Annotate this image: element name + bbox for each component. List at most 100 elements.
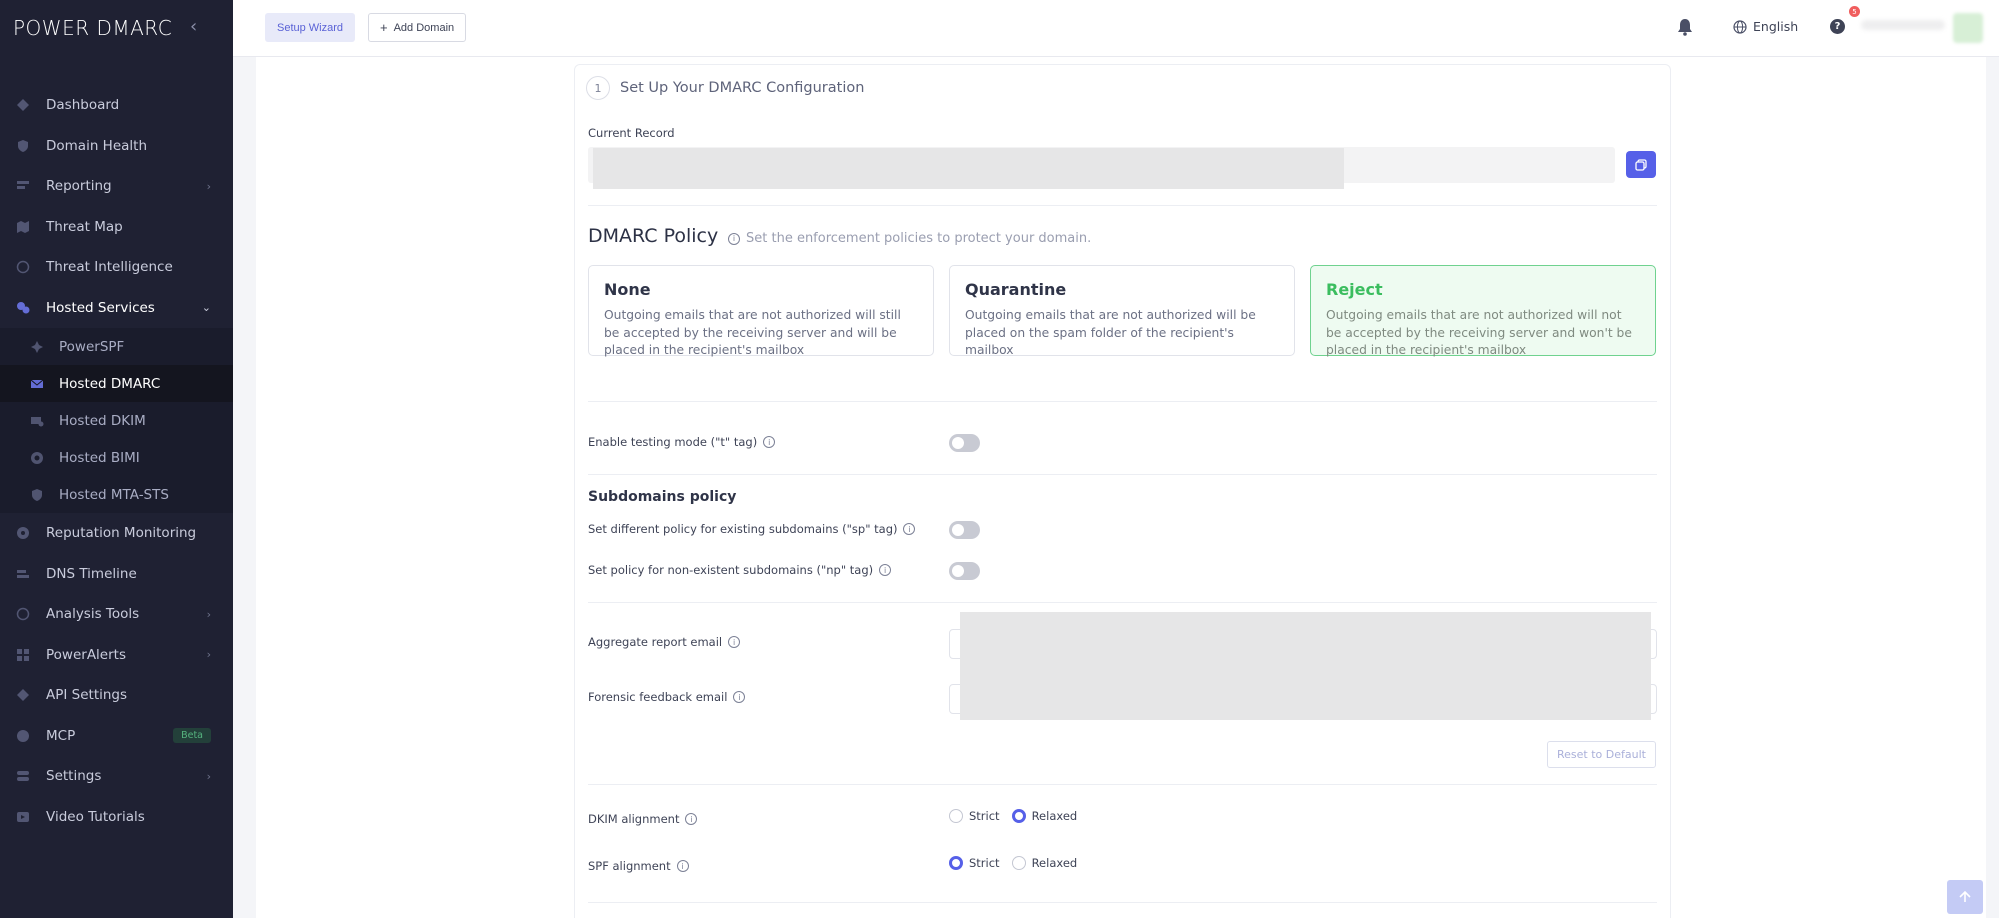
info-icon[interactable]: i xyxy=(676,860,689,872)
spf-relaxed-radio[interactable] xyxy=(1011,856,1026,870)
sidebar-item-label: Domain Health xyxy=(46,137,148,154)
policy-hint-text: Set the enforcement policies to protect … xyxy=(746,231,1092,246)
sidebar-item-label: DNS Timeline xyxy=(46,565,137,582)
sidebar-item-threat-intelligence[interactable]: Threat Intelligence xyxy=(0,247,233,288)
language-selector[interactable]: English xyxy=(1733,19,1798,34)
sidebar-item-hosted-services[interactable]: Hosted Services ⌄ xyxy=(0,288,233,329)
spf-relaxed-option[interactable]: Relaxed xyxy=(1011,856,1077,870)
sidebar-item-domain-health[interactable]: Domain Health xyxy=(0,126,233,167)
gear-badge-icon xyxy=(31,451,43,464)
forensic-email-label: Forensic feedback email i xyxy=(588,690,746,704)
sidebar-item-powerspf[interactable]: PowerSPF xyxy=(0,328,233,365)
step-title: Set Up Your DMARC Configuration xyxy=(620,80,865,96)
np-tag-text: Set policy for non-existent subdomains (… xyxy=(588,563,874,577)
bell-icon[interactable] xyxy=(1677,18,1693,36)
chevron-down-icon: ⌄ xyxy=(201,301,211,315)
info-icon[interactable]: i xyxy=(879,564,892,576)
subdomains-policy-heading: Subdomains policy xyxy=(588,489,737,505)
info-icon[interactable]: i xyxy=(728,636,741,648)
sidebar-item-label: PowerAlerts xyxy=(46,646,126,663)
avatar[interactable] xyxy=(1953,13,1983,43)
dkim-relaxed-radio[interactable] xyxy=(1011,809,1026,823)
spf-strict-option[interactable]: Strict xyxy=(949,856,1000,870)
policy-card-reject[interactable]: Reject Outgoing emails that are not auth… xyxy=(1310,265,1656,357)
collapse-sidebar-icon[interactable]: ‹ xyxy=(190,16,197,37)
beta-badge: Beta xyxy=(173,728,211,744)
sidebar-item-analysis-tools[interactable]: Analysis Tools › xyxy=(0,594,233,635)
sidebar-item-threat-map[interactable]: Threat Map xyxy=(0,207,233,248)
mcp-icon xyxy=(17,729,29,742)
user-name-redacted xyxy=(1861,20,1945,30)
alerts-icon xyxy=(17,648,29,661)
np-tag-toggle[interactable] xyxy=(949,562,980,580)
info-icon[interactable]: i xyxy=(728,232,740,245)
sp-tag-toggle[interactable] xyxy=(949,521,980,539)
config-panel xyxy=(574,64,1671,918)
spf-alignment-radios: Strict Relaxed xyxy=(949,856,1089,870)
sidebar-item-label: Hosted Services xyxy=(46,299,155,316)
chevron-right-icon: › xyxy=(206,179,211,193)
report-icon xyxy=(17,181,29,190)
policy-card-quarantine[interactable]: Quarantine Outgoing emails that are not … xyxy=(949,265,1295,357)
sidebar-item-hosted-dmarc[interactable]: Hosted DMARC xyxy=(0,365,233,402)
policy-card-desc: Outgoing emails that are not authorized … xyxy=(1326,308,1632,357)
info-icon[interactable]: i xyxy=(685,813,698,825)
sidebar-item-label: Dashboard xyxy=(46,97,120,114)
sidebar-item-label: MCP xyxy=(46,727,76,744)
chevron-right-icon: › xyxy=(206,648,211,662)
info-icon[interactable]: i xyxy=(763,436,776,448)
sidebar-item-dns-timeline[interactable]: DNS Timeline xyxy=(0,554,233,595)
sidebar-item-label: Hosted BIMI xyxy=(59,449,140,466)
policy-card-none[interactable]: None Outgoing emails that are not author… xyxy=(588,265,934,357)
copy-button[interactable] xyxy=(1626,151,1656,178)
tools-icon xyxy=(16,608,30,621)
dmarc-policy-hint: i Set the enforcement policies to protec… xyxy=(728,231,1091,246)
strict-label: Strict xyxy=(969,856,1000,870)
sidebar-item-mcp[interactable]: MCP Beta xyxy=(0,716,233,757)
sidebar-item-label: Settings xyxy=(46,768,102,785)
main-content: 1 Set Up Your DMARC Configuration Curren… xyxy=(256,57,1986,918)
sidebar-item-poweralerts[interactable]: PowerAlerts › xyxy=(0,635,233,676)
add-domain-button[interactable]: + Add Domain xyxy=(368,13,467,42)
current-record-label: Current Record xyxy=(588,126,675,140)
spf-strict-radio[interactable] xyxy=(949,856,963,870)
sidebar-item-video-tutorials[interactable]: Video Tutorials xyxy=(0,797,233,838)
policy-card-title: None xyxy=(604,280,651,299)
divider xyxy=(588,902,1657,903)
arrow-up-icon xyxy=(1959,891,1971,902)
brand-logo[interactable]: POWER DMARC xyxy=(13,16,172,40)
sp-tag-text: Set different policy for existing subdom… xyxy=(588,522,898,536)
reset-to-default-button[interactable]: Reset to Default xyxy=(1547,741,1656,768)
globe-icon xyxy=(1733,19,1747,34)
sidebar-item-reputation-monitoring[interactable]: Reputation Monitoring xyxy=(0,513,233,554)
testing-mode-toggle[interactable] xyxy=(949,434,980,452)
sidebar-item-hosted-mta-sts[interactable]: Hosted MTA-STS xyxy=(0,476,233,513)
setup-wizard-button[interactable]: Setup Wizard xyxy=(265,13,356,42)
sidebar-item-api-settings[interactable]: API Settings xyxy=(0,675,233,716)
current-record-redacted xyxy=(593,148,1344,189)
dkim-relaxed-option[interactable]: Relaxed xyxy=(1011,809,1077,823)
dkim-strict-option[interactable]: Strict xyxy=(949,809,1000,823)
divider xyxy=(588,401,1657,402)
help-icon[interactable]: ? xyxy=(1830,19,1845,34)
mail-icon xyxy=(30,379,44,388)
reputation-icon xyxy=(17,527,29,540)
sidebar-item-dashboard[interactable]: Dashboard xyxy=(0,85,233,126)
sidebar-nav: Dashboard Domain Health Reporting › Thre… xyxy=(0,85,233,837)
aggregate-email-label: Aggregate report email i xyxy=(588,635,741,649)
scroll-to-top-button[interactable] xyxy=(1947,880,1983,914)
chevron-right-icon: › xyxy=(206,607,211,621)
shield-icon xyxy=(18,139,28,152)
sidebar-item-settings[interactable]: Settings › xyxy=(0,756,233,797)
timeline-icon xyxy=(17,569,29,578)
help-badge: 5 xyxy=(1849,6,1860,17)
info-icon[interactable]: i xyxy=(733,691,746,703)
sidebar-item-label: Analysis Tools xyxy=(46,606,140,623)
info-icon[interactable]: i xyxy=(903,523,916,535)
dkim-strict-radio[interactable] xyxy=(949,809,963,823)
sidebar-item-hosted-dkim[interactable]: Hosted DKIM xyxy=(0,402,233,439)
language-label: English xyxy=(1753,19,1799,34)
sidebar-item-hosted-bimi[interactable]: Hosted BIMI xyxy=(0,439,233,476)
step-number: 1 xyxy=(586,76,610,100)
sidebar-item-reporting[interactable]: Reporting › xyxy=(0,166,233,207)
